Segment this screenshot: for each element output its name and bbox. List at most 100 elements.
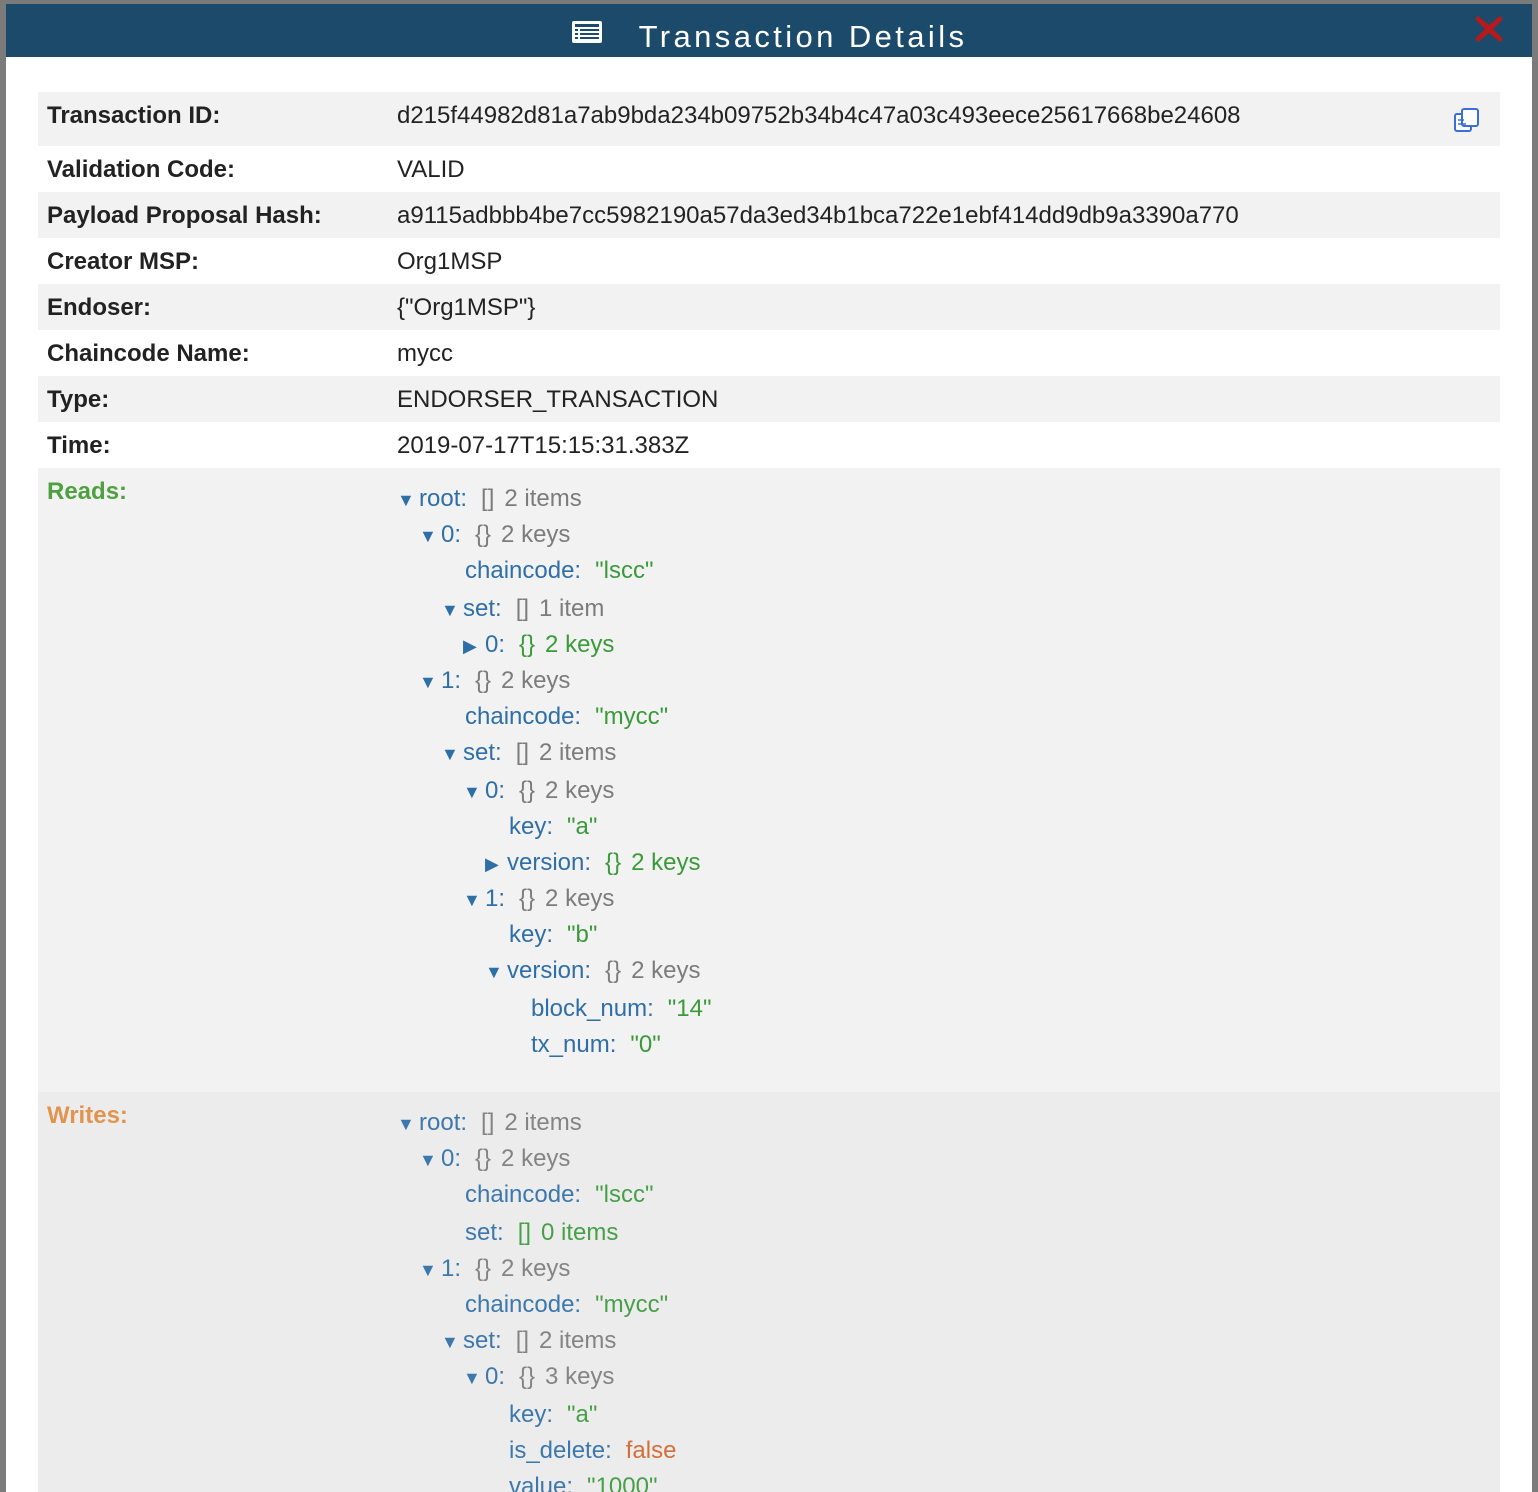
tree-value: "mycc" [595,1291,669,1318]
tree-node[interactable]: ▶ version: {} 2 keys [485,848,700,879]
tree-node[interactable]: ▼ 0: {} 2 keys [419,1144,570,1175]
validation-code-value: VALID [397,156,465,183]
triangle-right-icon[interactable]: ▶ [463,631,485,661]
tree-value: "lscc" [595,557,654,584]
tree-node: chaincode: "lscc" [465,1180,653,1210]
close-x-icon[interactable] [1472,12,1506,46]
tree-node[interactable]: ▼ 1: {} 2 keys [419,666,570,697]
tree-summary: 2 keys [501,667,571,694]
tree-summary: 2 keys [631,849,701,876]
creator-msp-value: Org1MSP [397,248,503,275]
payload-hash-label: Payload Proposal Hash: [47,202,322,229]
tree-type: {} [475,667,492,694]
creator-msp-label: Creator MSP: [47,248,200,275]
chaincode-name-label: Chaincode Name: [47,340,250,367]
tree-node[interactable]: ▼ 0: {} 2 keys [419,520,570,551]
transaction-id-value: d215f44982d81a7ab9bda234b09752b34b4c47a0… [397,102,1241,129]
tree-node: chaincode: "mycc" [465,1290,668,1320]
tree-summary: 2 keys [545,631,615,658]
tree-node: value: "1000" [509,1472,657,1492]
triangle-down-icon[interactable]: ▼ [441,739,463,769]
triangle-down-icon[interactable]: ▼ [485,957,507,987]
tree-type: {} [519,777,536,804]
reads-label: Reads: [47,478,128,505]
tree-type: [] [481,485,495,512]
tree-value: "1000" [587,1473,658,1492]
tree-node[interactable]: ▼ 1: {} 2 keys [419,1254,570,1285]
tree-key: chaincode: [465,1181,582,1208]
tree-summary: 2 keys [545,777,615,804]
detail-row-creator-msp: Creator MSP: Org1MSP [38,238,1500,284]
tree-type: [] [515,595,530,622]
triangle-right-icon[interactable]: ▶ [485,849,507,879]
transaction-id-label: Transaction ID: [47,102,221,129]
tree-key: set: [463,1327,502,1354]
tree-node[interactable]: ▼ 1: {} 2 keys [463,884,614,915]
tree-node[interactable]: ▼ 0: {} 3 keys [463,1362,614,1393]
tree-type: {} [605,957,622,984]
tree-value: "0" [630,1031,661,1058]
copy-icon[interactable] [1452,106,1482,134]
tree-node: key: "a" [509,812,597,842]
triangle-down-icon[interactable]: ▼ [463,885,485,915]
tree-node[interactable]: ▼ set: [] 2 items [441,1326,616,1357]
tree-node[interactable]: ▼ root: [] 2 items [397,1108,582,1139]
tree-summary: 2 keys [501,1145,571,1172]
transaction-details-modal: Transaction Details Transaction ID: d215… [6,4,1532,1492]
list-icon [571,20,602,43]
tree-type: {} [519,885,536,912]
tree-node[interactable]: ▼ root: [] 2 items [397,484,582,515]
tree-summary: 3 keys [545,1363,615,1390]
tree-key: version: [507,957,592,984]
tree-type: {} [519,1363,536,1390]
tree-node[interactable]: ▼ set: [] 1 item [441,594,604,625]
tree-type: {} [475,1145,492,1172]
tree-node: chaincode: "mycc" [465,702,668,732]
tree-key: 1: [485,885,506,912]
tree-summary: 2 keys [631,957,701,984]
tree-node[interactable]: ▶ 0: {} 2 keys [463,630,614,661]
tree-key: value: [509,1473,574,1492]
tree-key: 0: [441,521,462,548]
tree-summary: 1 item [539,595,605,622]
tree-node[interactable]: ▼ version: {} 2 keys [485,956,700,987]
triangle-down-icon[interactable]: ▼ [419,521,441,551]
tree-type: [] [517,1219,532,1246]
tree-summary: 2 items [504,1109,582,1136]
tree-value: "lscc" [595,1181,654,1208]
reads-section: Reads: ▼ root:[] 2 items ▼ 0:{} 2 keys chainco… [38,468,1500,1092]
tree-node[interactable]: ▼ set: [] 2 items [441,738,616,769]
tree-key: 0: [485,631,506,658]
tree-key: set: [465,1219,504,1246]
triangle-down-icon[interactable]: ▼ [397,1109,419,1139]
tree-type: {} [519,631,536,658]
detail-row-endoser: Endoser: {"Org1MSP"} [38,284,1500,330]
tree-key: 1: [441,1255,462,1282]
tree-summary: 2 keys [501,1255,571,1282]
tree-node: set: [] 0 items [465,1218,618,1248]
tree-key: set: [463,595,502,622]
tree-node[interactable]: ▼ 0: {} 2 keys [463,776,614,807]
time-value: 2019-07-17T15:15:31.383Z [397,432,690,459]
triangle-down-icon[interactable]: ▼ [441,595,463,625]
tree-type: [] [515,739,530,766]
tree-value: false [625,1437,677,1464]
tree-key: chaincode: [465,1291,582,1318]
triangle-down-icon[interactable]: ▼ [419,667,441,697]
triangle-down-icon[interactable]: ▼ [463,1363,485,1393]
triangle-down-icon[interactable]: ▼ [441,1327,463,1357]
tree-value: "b" [567,921,598,948]
tree-key: version: [507,849,592,876]
tree-key: chaincode: [465,557,582,584]
triangle-down-icon[interactable]: ▼ [463,777,485,807]
detail-row-type: Type: ENDORSER_TRANSACTION [38,376,1500,422]
chaincode-name-value: mycc [397,340,453,367]
writes-label: Writes: [47,1102,128,1129]
tree-type: {} [475,1255,492,1282]
triangle-down-icon[interactable]: ▼ [419,1145,441,1175]
validation-code-label: Validation Code: [47,156,236,183]
triangle-down-icon[interactable]: ▼ [397,485,419,515]
triangle-down-icon[interactable]: ▼ [419,1255,441,1285]
tree-key: 0: [485,1363,506,1390]
tree-key: 1: [441,667,462,694]
